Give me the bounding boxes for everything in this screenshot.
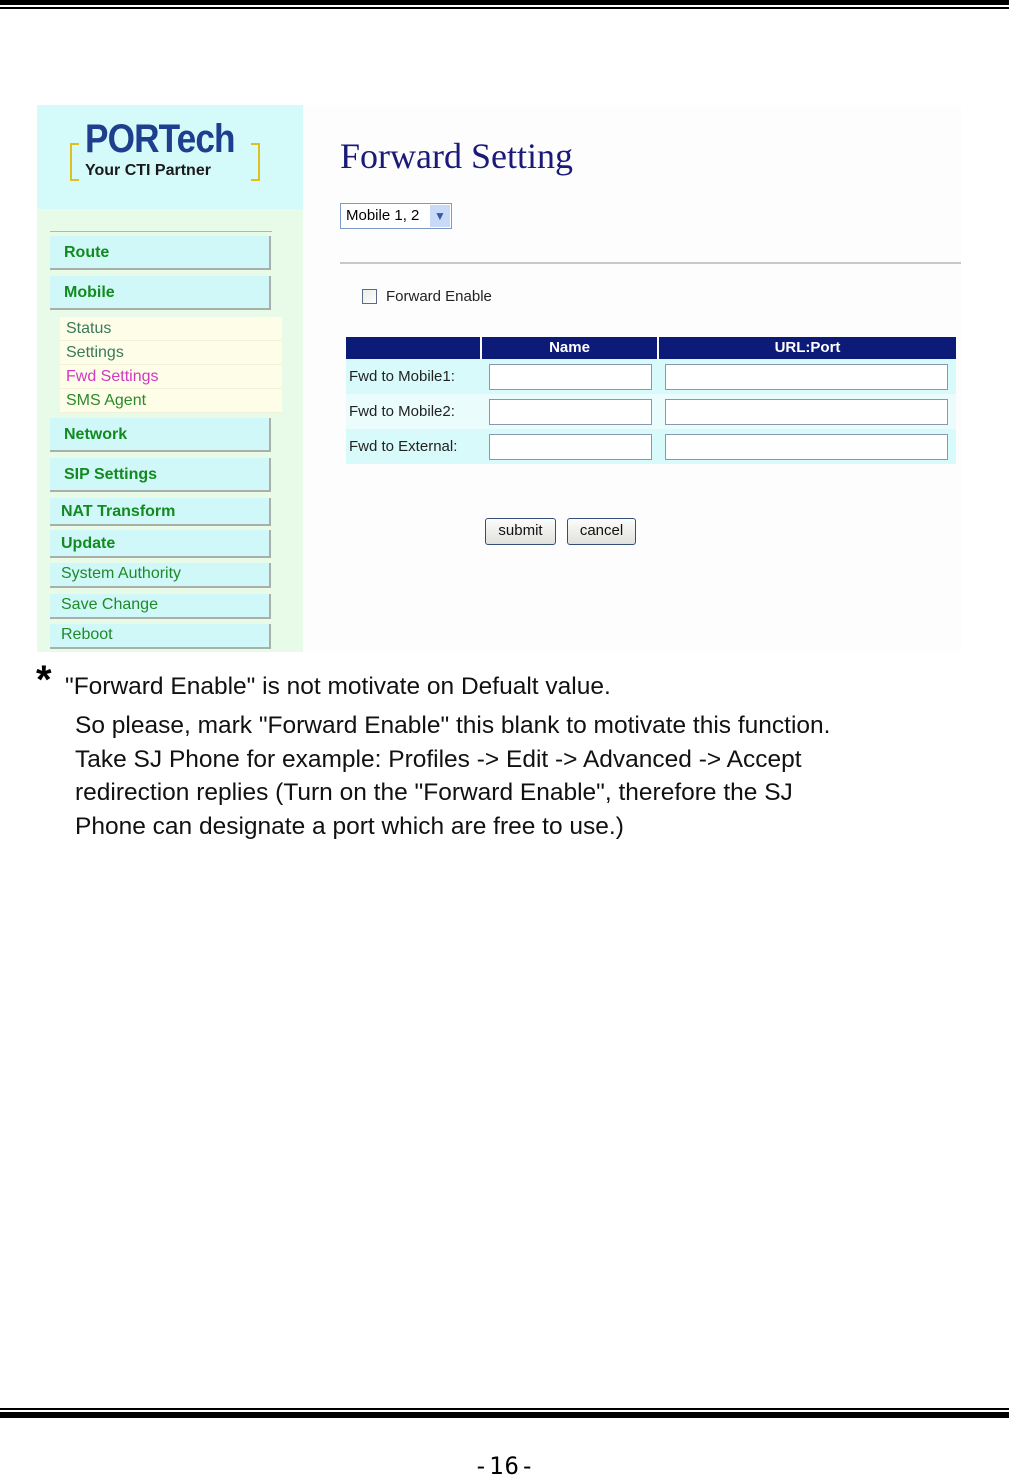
header-rule-thick xyxy=(0,0,1009,5)
page-title: Forward Setting xyxy=(340,136,573,176)
submenu-item-sms-agent[interactable]: SMS Agent xyxy=(60,389,282,413)
sidebar-item-sip-settings[interactable]: SIP Settings xyxy=(50,458,271,492)
sidebar: PORTech Your CTI Partner Route Mobile St… xyxy=(37,105,303,652)
header-name: Name xyxy=(482,337,657,359)
external-name-input[interactable] xyxy=(489,433,652,460)
note-line: Take SJ Phone for example: Profiles -> E… xyxy=(75,745,802,773)
forward-enable-label: Forward Enable xyxy=(386,288,492,305)
sidebar-item-reboot[interactable]: Reboot xyxy=(50,624,271,649)
note-line: Phone can designate a port which are fre… xyxy=(75,812,624,840)
table-row: Fwd to External: xyxy=(346,429,956,464)
submenu-item-settings[interactable]: Settings xyxy=(60,341,282,365)
external-url-port-input[interactable] xyxy=(665,433,948,460)
row-label: Fwd to External: xyxy=(349,438,458,455)
footer-rule-thick xyxy=(0,1412,1009,1418)
header-rule-thin xyxy=(0,7,1009,9)
forward-table: Name URL:Port Fwd to Mobile1: Fwd to Mob… xyxy=(346,337,956,464)
table-row: Fwd to Mobile2: xyxy=(346,394,956,429)
divider xyxy=(340,262,961,264)
forward-enable-row[interactable]: Forward Enable xyxy=(362,288,492,305)
footer-rule-thin xyxy=(0,1408,1009,1410)
note-first-line: "Forward Enable" is not motivate on Defu… xyxy=(65,673,611,700)
submit-button[interactable]: submit xyxy=(485,518,556,545)
mobile1-url-port-input[interactable] xyxy=(665,363,948,390)
ui-screenshot: PORTech Your CTI Partner Route Mobile St… xyxy=(37,105,961,652)
submenu-item-fwd-settings[interactable]: Fwd Settings xyxy=(60,365,282,389)
mobile1-name-input[interactable] xyxy=(489,363,652,390)
note-body: So please, mark "Forward Enable" this bl… xyxy=(75,709,995,843)
table-header: Name URL:Port xyxy=(346,337,956,359)
table-row: Fwd to Mobile1: xyxy=(346,359,956,394)
logo-bracket-right xyxy=(251,143,260,181)
cancel-button[interactable]: cancel xyxy=(567,518,636,545)
header-blank xyxy=(346,337,480,359)
header-url-port: URL:Port xyxy=(659,337,956,359)
mobile-select-value: Mobile 1, 2 xyxy=(346,207,420,224)
logo: PORTech Your CTI Partner xyxy=(37,105,303,209)
forward-enable-checkbox[interactable] xyxy=(362,289,377,304)
mobile2-url-port-input[interactable] xyxy=(665,398,948,425)
sidebar-item-system-authority[interactable]: System Authority xyxy=(50,563,271,588)
row-label: Fwd to Mobile1: xyxy=(349,368,455,385)
logo-tagline: Your CTI Partner xyxy=(85,162,211,179)
sidebar-item-network[interactable]: Network xyxy=(50,418,271,452)
mobile2-name-input[interactable] xyxy=(489,398,652,425)
mobile-select[interactable]: Mobile 1, 2 ▼ xyxy=(340,203,452,229)
sidebar-item-save-change[interactable]: Save Change xyxy=(50,594,271,619)
page-number: -16- xyxy=(473,1452,536,1480)
sidebar-item-update[interactable]: Update xyxy=(50,530,271,558)
sidebar-item-route[interactable]: Route xyxy=(50,236,271,270)
logo-brand: PORTech xyxy=(85,117,236,161)
sidebar-item-mobile[interactable]: Mobile xyxy=(50,276,271,310)
nav-divider xyxy=(50,231,272,232)
note-line: So please, mark "Forward Enable" this bl… xyxy=(75,712,831,739)
sidebar-item-nat-transform[interactable]: NAT Transform xyxy=(50,498,271,526)
logo-bracket-left xyxy=(70,143,79,181)
mobile-submenu: Status Settings Fwd Settings SMS Agent xyxy=(60,317,282,413)
row-label: Fwd to Mobile2: xyxy=(349,403,455,420)
submenu-item-status[interactable]: Status xyxy=(60,317,282,341)
note-bullet: * xyxy=(36,658,52,702)
chevron-down-icon[interactable]: ▼ xyxy=(430,205,450,227)
note-line: redirection replies (Turn on the "Forwar… xyxy=(75,779,793,806)
